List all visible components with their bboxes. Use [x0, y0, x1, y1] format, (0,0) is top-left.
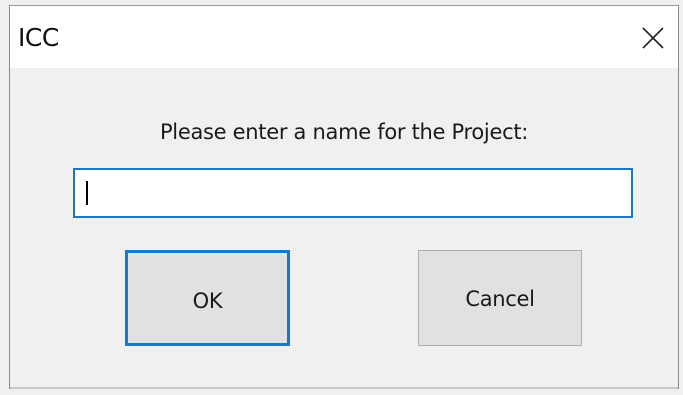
project-name-input[interactable]: [85, 174, 620, 212]
window-title: ICC: [18, 23, 59, 52]
prompt-label: Please enter a name for the Project:: [159, 120, 529, 144]
title-bar: ICC: [10, 6, 678, 68]
ok-button[interactable]: OK: [125, 250, 290, 346]
close-button[interactable]: [628, 6, 678, 68]
text-caret: [86, 181, 88, 205]
close-icon: [642, 27, 664, 49]
project-name-dialog: ICC Please enter a name for the Project:…: [9, 5, 679, 389]
project-name-field[interactable]: [73, 168, 633, 218]
cancel-button[interactable]: Cancel: [418, 250, 582, 346]
window-bottom-border: [10, 387, 678, 389]
dialog-body: Please enter a name for the Project: OK …: [10, 68, 678, 389]
